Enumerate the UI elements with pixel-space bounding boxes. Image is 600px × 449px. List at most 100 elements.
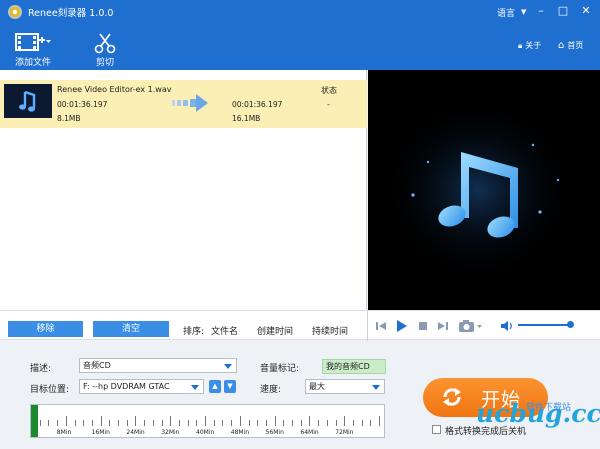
file-thumbnail — [4, 84, 52, 118]
description-select[interactable]: 音频CD — [79, 358, 237, 373]
capacity-tick — [74, 420, 76, 426]
capacity-tick — [248, 420, 250, 426]
capacity-tick — [292, 420, 293, 426]
speed-value: 最大 — [309, 382, 325, 391]
play-icon[interactable] — [396, 319, 408, 333]
sort-label: 排序: — [183, 327, 205, 337]
remove-button[interactable]: 移除 — [8, 321, 83, 337]
close-icon[interactable]: ✕ — [579, 4, 593, 18]
camera-icon[interactable] — [459, 320, 483, 332]
volume-icon[interactable] — [501, 320, 513, 332]
sort-by-filename[interactable]: 文件名 — [211, 324, 238, 337]
capacity-tick — [48, 420, 50, 426]
capacity-tick — [196, 420, 198, 426]
convert-arrow-icon — [172, 94, 208, 112]
capacity-tick-label: 72Min — [335, 429, 354, 436]
capacity-tick — [118, 420, 119, 426]
chevron-down-icon — [372, 385, 380, 390]
cut-button[interactable]: 剪切 — [75, 24, 135, 70]
lock-icon: 🔒︎ — [518, 40, 523, 50]
film-icon — [15, 33, 51, 51]
scissors-icon — [94, 33, 116, 54]
volume-label-label: 音量标记: — [260, 364, 300, 374]
capacity-tick — [83, 420, 85, 426]
capacity-tick — [39, 420, 41, 426]
capacity-tick-label: 32Min — [161, 429, 180, 436]
source-size: 8.1MB — [57, 114, 81, 123]
capacity-tick — [213, 420, 215, 426]
volume-slider-handle[interactable] — [567, 321, 574, 328]
home-icon: ⌂ — [558, 40, 565, 51]
capacity-tick — [135, 416, 137, 426]
target-value: F: --hp DVDRAM GTAC — [83, 382, 170, 391]
language-menu[interactable]: 语言 — [497, 6, 515, 19]
home-link[interactable]: ⌂ 首页 — [558, 40, 583, 51]
speed-select[interactable]: 最大 — [305, 379, 385, 394]
capacity-tick — [187, 420, 189, 426]
capacity-tick — [344, 416, 346, 426]
output-duration: 00:01:36.197 — [232, 100, 283, 109]
stop-icon[interactable] — [418, 321, 428, 331]
load-tray-button[interactable]: ▼ — [224, 380, 236, 393]
capacity-tick — [239, 416, 241, 426]
capacity-tick — [144, 420, 146, 426]
previous-icon[interactable] — [376, 321, 386, 331]
watermark-subtext: 软件下载站 — [526, 403, 572, 413]
preview-panel — [368, 70, 600, 310]
file-name: Renee Video Editor-ex 1.wav — [57, 85, 172, 94]
capacity-tick — [370, 420, 372, 426]
capacity-tick — [326, 420, 328, 426]
add-file-label: 添加文件 — [14, 58, 51, 68]
minimize-icon[interactable]: – — [534, 4, 548, 18]
sort-by-created[interactable]: 创建时间 — [257, 324, 293, 337]
target-select[interactable]: F: --hp DVDRAM GTAC — [79, 379, 204, 394]
capacity-tick — [335, 420, 337, 426]
output-size: 16.1MB — [232, 114, 261, 123]
capacity-tick — [257, 420, 259, 426]
capacity-tick — [352, 420, 354, 426]
app-title: Renee刻录器 1.0.0 — [28, 8, 114, 19]
list-item[interactable]: Renee Video Editor-ex 1.wav 00:01:36.197… — [0, 80, 367, 128]
next-icon[interactable] — [438, 321, 448, 331]
description-label: 描述: — [30, 364, 52, 374]
about-link[interactable]: 🔒︎ 关于 — [518, 40, 541, 51]
capacity-tick-label: 48Min — [230, 429, 250, 436]
sort-by-duration[interactable]: 持续时间 — [312, 324, 348, 337]
divider — [367, 311, 368, 341]
capacity-tick — [379, 416, 380, 426]
maximize-icon[interactable]: □ — [556, 4, 570, 18]
clear-button[interactable]: 清空 — [93, 321, 169, 337]
chevron-down-icon — [224, 364, 232, 369]
capacity-tick — [309, 416, 311, 426]
volume-label-field[interactable]: 我的音频CD — [322, 359, 386, 374]
source-duration: 00:01:36.197 — [57, 100, 108, 109]
title-bar: Renee刻录器 1.0.0 语言 ▼ – □ ✕ — [0, 0, 600, 24]
capacity-tick — [152, 420, 154, 426]
capacity-tick — [205, 416, 206, 426]
capacity-tick — [91, 420, 93, 426]
capacity-tick-label: 24Min — [126, 429, 145, 436]
capacity-tick — [300, 420, 302, 426]
disc-capacity-bar: 8Min 16Min 24Min 32Min 40Min 48Min 56Min 64Min 7… — [30, 404, 385, 438]
capacity-tick — [265, 420, 267, 426]
cut-label: 剪切 — [95, 58, 114, 68]
add-file-button[interactable]: 添加文件 — [3, 24, 63, 70]
capacity-used-fill — [31, 405, 38, 437]
capacity-tick-label: 64Min — [300, 429, 319, 436]
capacity-tick — [318, 420, 320, 426]
capacity-tick — [57, 420, 59, 426]
capacity-tick — [161, 420, 163, 426]
capacity-tick — [283, 420, 285, 426]
volume-slider[interactable] — [518, 324, 570, 326]
shutdown-checkbox[interactable] — [432, 425, 441, 434]
burn-settings: 描述: 音频CD 音量标记: 我的音频CD 目标位置: F: --hp DVDR… — [0, 341, 600, 449]
description-value: 音频CD — [83, 361, 111, 370]
capacity-tick — [109, 420, 111, 426]
status-header: 状态 — [321, 86, 337, 95]
eject-button[interactable]: ▲ — [209, 380, 221, 393]
capacity-tick — [222, 420, 224, 426]
speed-label: 速度: — [260, 385, 282, 395]
chevron-down-icon[interactable]: ▼ — [521, 8, 526, 16]
capacity-tick-label: 40Min — [196, 429, 215, 436]
large-music-note-icon — [368, 70, 600, 310]
